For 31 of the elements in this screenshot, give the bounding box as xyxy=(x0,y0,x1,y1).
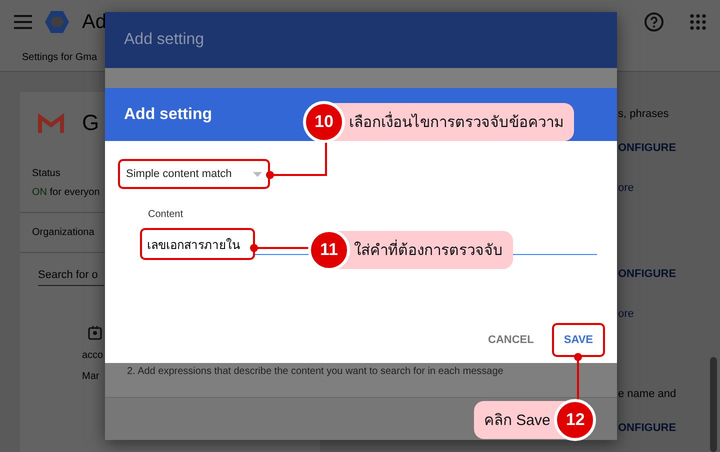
search-field[interactable]: Search for o xyxy=(38,265,104,286)
configure-link[interactable]: ONFIGURE xyxy=(618,268,710,280)
configure-link[interactable]: ONFIGURE xyxy=(618,142,710,154)
hexagon-logo-icon xyxy=(44,9,70,36)
content-label: Content xyxy=(148,209,184,220)
configure-link[interactable]: ONFIGURE xyxy=(618,422,710,434)
learn-more-link[interactable]: ore xyxy=(618,308,710,320)
app-name: G xyxy=(82,110,100,136)
contact-card-icon xyxy=(88,326,102,340)
save-button[interactable]: SAVE xyxy=(552,323,605,357)
content-input[interactable]: เลขเอกสารภายใน xyxy=(140,228,255,260)
mail-logo-icon xyxy=(38,113,64,133)
product-name: Ad xyxy=(82,10,106,34)
status-label: Status xyxy=(32,168,60,179)
condition-dropdown[interactable]: Simple content match xyxy=(118,159,270,189)
status-text: ON for everyon xyxy=(32,187,100,198)
leader-line xyxy=(266,142,327,179)
list-item[interactable]: acco xyxy=(82,350,104,361)
menu-icon[interactable] xyxy=(14,15,32,30)
scrollbar[interactable] xyxy=(710,357,717,452)
leader-line xyxy=(574,353,582,400)
apps-grid-icon[interactable] xyxy=(690,14,706,30)
list-item[interactable]: Mar xyxy=(82,371,100,382)
dropdown-arrow-icon xyxy=(253,172,262,176)
dialog-title: Add setting xyxy=(105,12,617,68)
learn-more-link[interactable]: ore xyxy=(618,182,710,194)
help-icon[interactable] xyxy=(644,12,664,32)
instruction-text: 2. Add expressions that describe the content you want to search for in each message xyxy=(126,366,504,377)
org-unit-label: Organizationa xyxy=(32,227,94,238)
setting-description: s, phrases xyxy=(618,108,670,120)
setting-description: e name and xyxy=(618,388,678,400)
